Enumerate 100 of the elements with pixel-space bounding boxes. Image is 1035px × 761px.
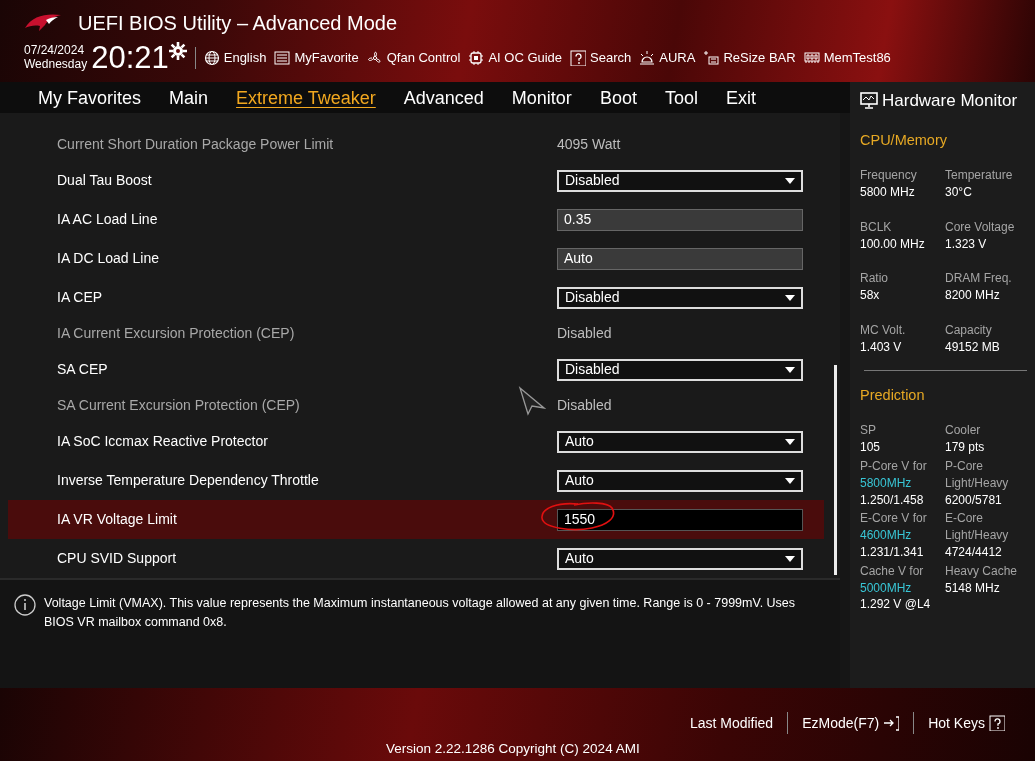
toolbar-item[interactable]: MyFavorite [274, 47, 359, 68]
metric-label: P-Core Light/Heavy [945, 457, 1010, 492]
metric-label: E-Core Light/Heavy [945, 510, 1010, 544]
input-field[interactable]: Auto [557, 247, 803, 270]
metric-label: Temperature [945, 167, 1014, 185]
toolbar-item[interactable]: AURA [639, 47, 696, 68]
setting-label: IA SoC Iccmax Reactive Protector [57, 432, 268, 451]
metric-value: 5800 MHz [860, 184, 916, 201]
setting-label: SA Current Excursion Protection (CEP) [57, 396, 300, 415]
toolbar-label: ReSize BAR [723, 48, 796, 67]
setting-label: SA CEP [57, 360, 108, 379]
menu-tab[interactable]: Main [155, 82, 223, 113]
help-text: Voltage Limit (VMAX). This value represents the Maximum instantaneous voltage allowed at any given time. Range is 0 - 7999mV. Uses BIOS VR mailbox command 0x8. [44, 595, 797, 631]
toolbar-item[interactable]: AI OC Guide [468, 47, 563, 68]
setting-label: IA Current Excursion Protection (CEP) [57, 324, 295, 343]
metric-frequency: 4600MHz [860, 527, 913, 544]
metric-label: Cooler [945, 422, 982, 440]
version-text: Version 2.22.1286 Copyright (C) 2024 AMI [386, 740, 640, 758]
info-icon [14, 594, 36, 616]
toolbar-item[interactable]: Qfan Control [366, 47, 461, 68]
metric-value: 6200/5781 [945, 491, 1003, 509]
setting-label: CPU SVID Support [57, 549, 177, 568]
dropdown[interactable]: Disabled [557, 169, 803, 192]
footer-action[interactable]: EzMode(F7) [788, 712, 914, 734]
metric-value: 179 pts [945, 439, 986, 456]
scrollbar[interactable] [834, 365, 837, 575]
action-label: EzMode(F7) [802, 713, 880, 733]
metric-label: MC Volt. [860, 322, 907, 339]
metric-value: 5148 MHz [945, 579, 1001, 597]
cursor-icon [518, 386, 546, 416]
metric-value: 49152 MB [945, 338, 1001, 356]
section-title: Prediction [860, 385, 926, 405]
metric-value: 105 [860, 439, 882, 456]
metric-label: Core Voltage [945, 218, 1016, 236]
settings-icon[interactable] [168, 42, 187, 60]
toolbar-label: Qfan Control [386, 48, 461, 67]
metric-label: P-Core V for [860, 457, 928, 475]
metric-value: 100.00 MHz [860, 235, 926, 253]
toolbar-item[interactable]: Search [570, 47, 632, 68]
dropdown[interactable]: Auto [557, 430, 803, 453]
menu-tab[interactable]: Monitor [497, 82, 586, 113]
chip-icon [468, 49, 485, 66]
metric-value: 1.250/1.458 [860, 491, 925, 509]
setting-value: Disabled [557, 324, 612, 343]
dropdown[interactable]: Auto [557, 469, 803, 492]
setting-label: IA CEP [57, 288, 103, 307]
dropdown[interactable]: Auto [557, 547, 803, 570]
input-field[interactable]: 0.35 [557, 208, 803, 231]
menu-tab[interactable]: Boot [585, 82, 651, 113]
setting-label: IA VR Voltage Limit [57, 510, 177, 529]
toolbar-item[interactable]: English [203, 47, 267, 68]
toolbar-label: AURA [659, 48, 696, 67]
fan-icon [366, 49, 383, 66]
metric-label: E-Core V for [860, 510, 928, 528]
dropdown[interactable]: Disabled [557, 358, 803, 381]
date-text: 07/24/2024 [24, 43, 86, 58]
toolbar-label: MyFavorite [294, 48, 359, 67]
input-field[interactable]: 1550 [557, 508, 803, 531]
section-title: CPU/Memory [860, 130, 948, 150]
setting-value: Disabled [557, 396, 612, 415]
toolbar-label: Search [590, 48, 632, 67]
chip-tool-icon [703, 49, 720, 66]
footer-action[interactable]: Last Modified [675, 712, 788, 734]
logo-icon [24, 12, 62, 34]
menu-tab[interactable]: Advanced [389, 82, 498, 113]
help-icon [570, 49, 587, 66]
caret-icon [785, 438, 795, 445]
setting-label: Dual Tau Boost [57, 171, 152, 190]
dropdown-value: Disabled [565, 171, 620, 190]
toolbar-item[interactable]: ReSize BAR [703, 47, 796, 68]
footer-action[interactable]: Hot Keys [914, 712, 1019, 734]
dropdown-value: Disabled [565, 288, 620, 307]
toolbar-label: English [223, 48, 267, 67]
caret-icon [785, 177, 795, 184]
menu-tab[interactable]: Tool [650, 82, 712, 113]
metric-value: 1.323 V [945, 235, 988, 253]
menu-tab[interactable]: My Favorites [24, 82, 156, 113]
metric-label: BCLK [860, 218, 893, 236]
metric-value: 58x [860, 287, 881, 305]
action-label: Hot Keys [928, 713, 985, 733]
window-title: UEFI BIOS Utility – Advanced Mode [78, 11, 398, 36]
toolbar-label: MemTest86 [823, 48, 891, 67]
help-icon [989, 715, 1005, 731]
caret-icon [785, 477, 795, 484]
menu-tab[interactable]: Extreme Tweaker [222, 82, 390, 113]
setting-label: IA AC Load Line [57, 210, 158, 229]
toolbar-label: AI OC Guide [488, 48, 563, 67]
metric-label: Heavy Cache [945, 562, 1019, 580]
monitor-icon [860, 92, 878, 110]
panel-title: Hardware Monitor [882, 90, 1018, 112]
memory-icon [803, 49, 820, 66]
list-icon [274, 49, 291, 66]
caret-icon [785, 555, 795, 562]
weekday-text: Wednesday [24, 57, 88, 72]
metric-value: 1.292 V @L4 [860, 596, 932, 614]
caret-icon [785, 294, 795, 301]
dropdown[interactable]: Disabled [557, 286, 803, 309]
menu-tab[interactable]: Exit [711, 82, 770, 113]
toolbar-item[interactable]: MemTest86 [803, 47, 891, 68]
metric-value: 30°C [945, 184, 973, 201]
